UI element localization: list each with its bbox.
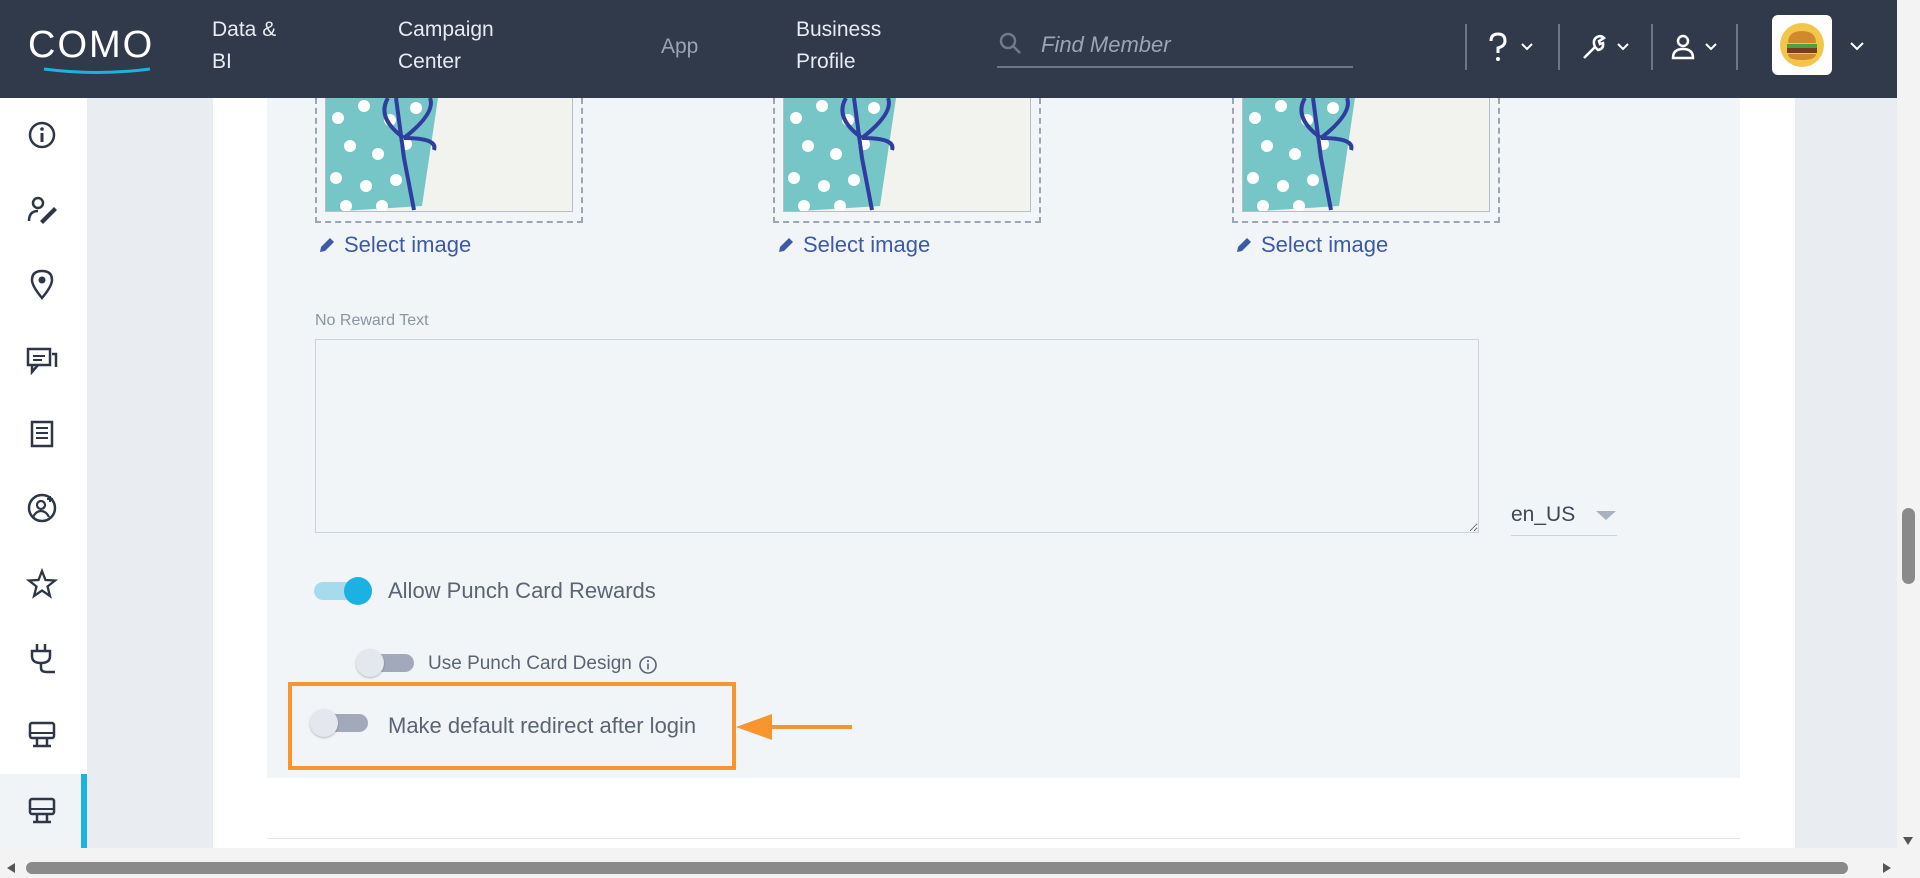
header-divider [1465, 24, 1467, 70]
nav-business-profile[interactable]: Business Profile [796, 14, 881, 78]
chevron-down-icon [1705, 43, 1717, 51]
plug-icon[interactable] [24, 640, 60, 676]
select-image-button-1[interactable]: Select image [318, 232, 471, 258]
logo-text: COMO [28, 24, 155, 66]
user-menu-button[interactable] [1670, 28, 1718, 66]
language-value: en_US [1511, 503, 1576, 526]
burger-logo-icon [1780, 23, 1824, 67]
image-slot-1[interactable] [315, 98, 583, 223]
no-reward-text-label: No Reward Text [315, 312, 429, 329]
select-image-button-2[interactable]: Select image [777, 232, 930, 258]
no-reward-text-input[interactable] [315, 339, 1479, 533]
info-icon[interactable] [24, 117, 60, 153]
use-punch-card-design-label: Use Punch Card Design [428, 653, 632, 674]
info-icon[interactable] [638, 655, 658, 675]
nav-campaign-center[interactable]: Campaign Center [398, 14, 494, 78]
user-icon [1671, 34, 1695, 60]
select-image-button-3[interactable]: Select image [1235, 232, 1388, 258]
member-add-icon[interactable] [24, 490, 60, 526]
left-gutter [87, 98, 213, 848]
default-redirect-toggle[interactable] [310, 709, 370, 737]
chat-messages-icon[interactable] [24, 342, 60, 378]
allow-punch-card-rewards-toggle[interactable] [314, 575, 374, 607]
vertical-scrollbar[interactable] [1897, 0, 1920, 848]
search-icon [999, 32, 1021, 54]
header-divider [1558, 24, 1560, 70]
scroll-down-arrow-icon[interactable] [1902, 836, 1914, 846]
callout-arrow-icon [736, 714, 852, 740]
horizontal-scroll-thumb[interactable] [26, 862, 1848, 874]
find-member-search[interactable] [997, 24, 1353, 68]
chevron-down-icon [1521, 43, 1533, 51]
wrench-icon [1583, 34, 1607, 59]
use-punch-card-design-toggle[interactable] [356, 649, 416, 677]
pencil-icon [1237, 238, 1251, 252]
tools-menu-button[interactable] [1578, 28, 1630, 66]
search-input[interactable] [1039, 24, 1343, 66]
gift-image [1242, 98, 1490, 212]
top-navigation-bar: COMO Data & BI Campaign Center App Busin… [0, 0, 1897, 98]
scroll-right-arrow-icon[interactable] [1882, 862, 1892, 874]
chevron-down-icon [1617, 43, 1629, 51]
kiosk-icon[interactable] [24, 716, 60, 752]
gift-image [783, 98, 1031, 212]
account-chevron-down-icon[interactable] [1849, 40, 1865, 52]
right-gutter [1795, 98, 1897, 848]
image-slot-2[interactable] [773, 98, 1041, 223]
image-slot-3[interactable] [1232, 98, 1500, 223]
language-select[interactable]: en_US [1511, 495, 1617, 536]
star-icon[interactable] [24, 566, 60, 602]
kiosk-active-icon[interactable] [24, 792, 60, 828]
header-divider [1651, 24, 1653, 70]
allow-punch-card-rewards-label: Allow Punch Card Rewards [388, 578, 656, 603]
receipt-icon[interactable] [24, 416, 60, 452]
section-divider [267, 838, 1740, 839]
scroll-left-arrow-icon[interactable] [6, 862, 16, 874]
nav-data-bi[interactable]: Data & BI [212, 14, 276, 78]
default-redirect-label: Make default redirect after login [388, 713, 697, 738]
help-question-icon [1489, 32, 1507, 61]
como-logo[interactable]: COMO [28, 24, 168, 74]
help-menu-button[interactable] [1484, 28, 1534, 66]
nav-app[interactable]: App [661, 31, 698, 63]
logo-swoosh-icon [43, 67, 151, 74]
business-avatar[interactable] [1772, 15, 1832, 75]
header-divider [1736, 24, 1738, 70]
pencil-icon [320, 238, 334, 252]
pencil-icon [779, 238, 793, 252]
location-pin-icon[interactable] [24, 266, 60, 302]
gift-image [325, 98, 573, 212]
caret-down-icon [1596, 511, 1616, 520]
customer-edit-icon[interactable] [24, 192, 60, 228]
vertical-scroll-thumb[interactable] [1902, 508, 1915, 584]
